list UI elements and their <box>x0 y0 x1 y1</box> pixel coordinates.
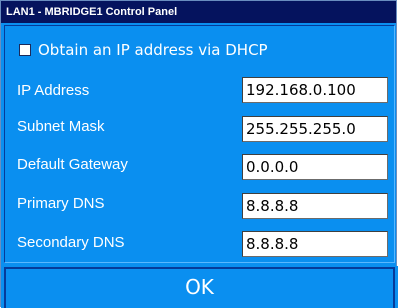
ip-address-input[interactable]: 192.168.0.100 <box>242 77 388 103</box>
dhcp-option[interactable]: Obtain an IP address via DHCP <box>19 40 268 60</box>
dhcp-checkbox[interactable] <box>19 44 31 56</box>
primary-dns-input[interactable]: 8.8.8.8 <box>242 193 388 219</box>
network-settings-panel: Obtain an IP address via DHCP IP Address… <box>4 25 395 263</box>
window-title: LAN1 - MBRIDGE1 Control Panel <box>1 1 396 23</box>
secondary-dns-label: Secondary DNS <box>17 234 125 251</box>
subnet-mask-label: Subnet Mask <box>17 118 105 135</box>
ok-button[interactable]: OK <box>4 267 395 308</box>
secondary-dns-input[interactable]: 8.8.8.8 <box>242 231 388 257</box>
dhcp-label: Obtain an IP address via DHCP <box>38 41 268 59</box>
ip-address-label: IP Address <box>17 82 90 99</box>
default-gateway-input[interactable]: 0.0.0.0 <box>242 154 388 180</box>
control-panel-window: LAN1 - MBRIDGE1 Control Panel Obtain an … <box>0 0 398 308</box>
primary-dns-label: Primary DNS <box>17 195 105 212</box>
default-gateway-label: Default Gateway <box>17 156 128 173</box>
subnet-mask-input[interactable]: 255.255.255.0 <box>242 116 388 142</box>
button-bar: OK <box>1 266 398 308</box>
